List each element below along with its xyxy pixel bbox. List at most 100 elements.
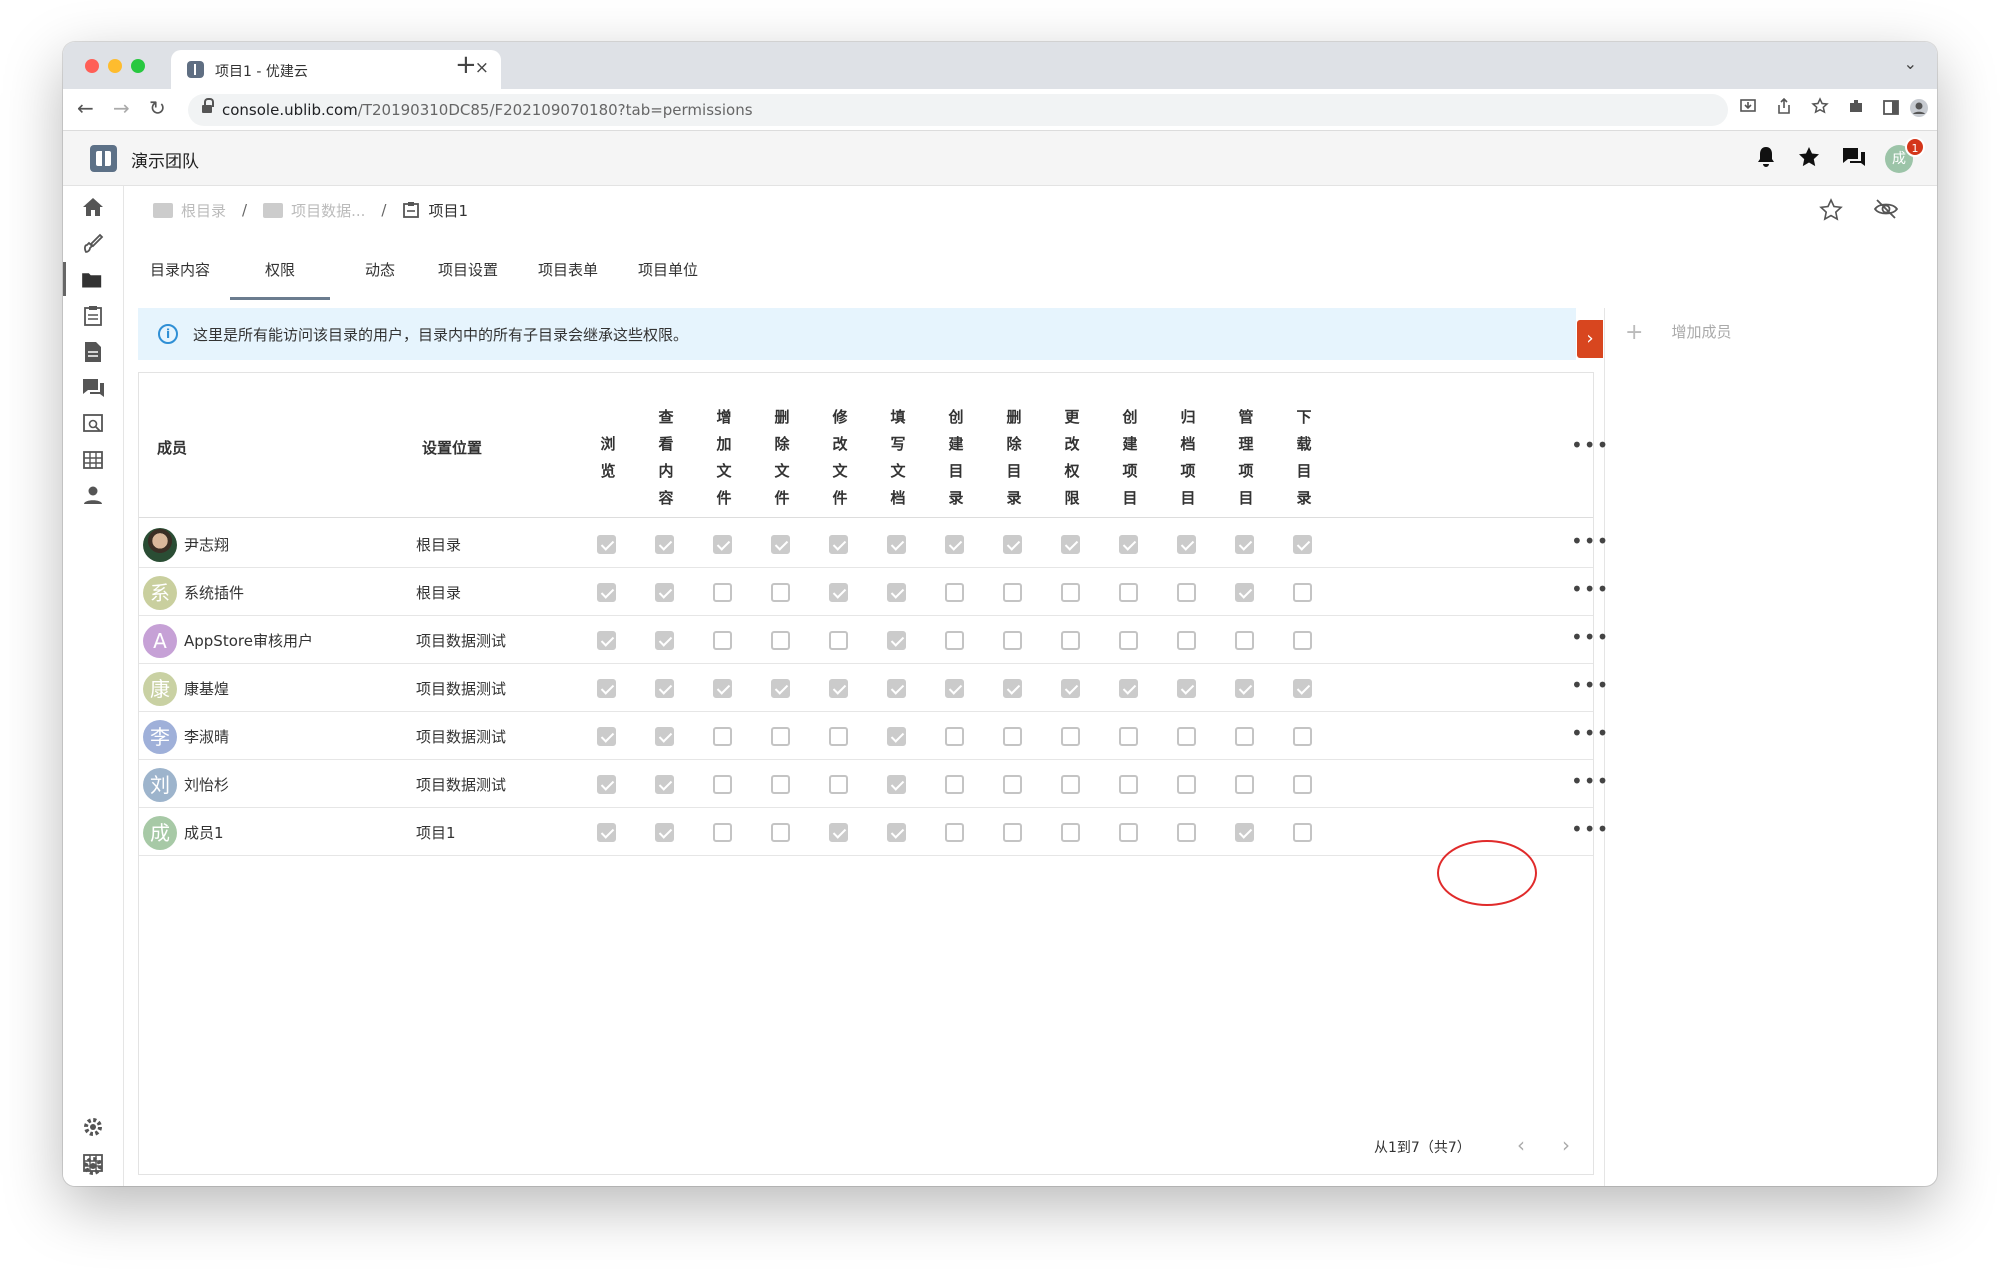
permission-checkbox[interactable] [1061, 535, 1080, 554]
permission-checkbox[interactable] [1177, 631, 1196, 650]
permission-checkbox[interactable] [1235, 823, 1254, 842]
permission-checkbox[interactable] [1293, 583, 1312, 602]
permission-checkbox[interactable] [655, 535, 674, 554]
permission-checkbox[interactable] [1293, 823, 1312, 842]
permission-checkbox[interactable] [887, 823, 906, 842]
permission-checkbox[interactable] [829, 727, 848, 746]
permission-checkbox[interactable] [1235, 727, 1254, 746]
permission-checkbox[interactable] [655, 583, 674, 602]
favorite-star-icon[interactable] [1819, 198, 1843, 222]
gear-icon[interactable] [63, 1109, 124, 1143]
permission-checkbox[interactable] [1235, 679, 1254, 698]
permission-checkbox[interactable] [713, 535, 732, 554]
gear-icon[interactable] [63, 1148, 124, 1182]
document-icon[interactable] [63, 334, 124, 368]
permission-checkbox[interactable] [597, 727, 616, 746]
permission-checkbox[interactable] [1119, 679, 1138, 698]
home-icon[interactable] [63, 190, 124, 224]
permission-checkbox[interactable] [1061, 631, 1080, 650]
forward-button[interactable]: → [113, 96, 130, 120]
new-tab-button[interactable]: + [455, 50, 477, 80]
permission-checkbox[interactable] [1293, 727, 1312, 746]
permission-checkbox[interactable] [771, 727, 790, 746]
next-page-button[interactable]: › [1562, 1133, 1570, 1157]
search-doc-icon[interactable] [63, 406, 124, 440]
permission-checkbox[interactable] [713, 823, 732, 842]
permission-checkbox[interactable] [1177, 679, 1196, 698]
permission-checkbox[interactable] [945, 775, 964, 794]
permission-checkbox[interactable] [1177, 727, 1196, 746]
permission-checkbox[interactable] [1235, 583, 1254, 602]
profile-avatar-icon[interactable] [1909, 98, 1929, 118]
app-logo-icon[interactable] [90, 145, 117, 172]
permission-checkbox[interactable] [1293, 679, 1312, 698]
zoom-window-button[interactable] [131, 59, 145, 73]
row-more-icon[interactable]: ••• [1571, 625, 1609, 649]
permission-checkbox[interactable] [1235, 775, 1254, 794]
chat-icon[interactable] [63, 370, 124, 404]
tab-activity[interactable]: 动态 [330, 252, 430, 300]
permission-checkbox[interactable] [945, 583, 964, 602]
bookmark-star-icon[interactable] [1811, 97, 1829, 115]
permission-checkbox[interactable] [655, 679, 674, 698]
permission-checkbox[interactable] [887, 679, 906, 698]
permission-checkbox[interactable] [1235, 631, 1254, 650]
breadcrumb-parent[interactable]: 项目数据... [291, 200, 365, 221]
tab-project-units[interactable]: 项目单位 [618, 252, 718, 300]
install-icon[interactable] [1739, 97, 1757, 115]
permission-checkbox[interactable] [1119, 823, 1138, 842]
messages-icon[interactable] [1841, 145, 1867, 169]
brush-icon[interactable] [63, 226, 124, 260]
tab-project-forms[interactable]: 项目表单 [518, 252, 618, 300]
browser-tab[interactable]: 项目1 - 优建云 × [171, 50, 501, 89]
permission-checkbox[interactable] [597, 823, 616, 842]
permission-checkbox[interactable] [1003, 583, 1022, 602]
permission-checkbox[interactable] [1119, 583, 1138, 602]
row-more-icon[interactable]: ••• [1571, 673, 1609, 697]
address-bar[interactable]: console.ublib.com/T20190310DC85/F2021090… [188, 94, 1728, 126]
permission-checkbox[interactable] [1061, 583, 1080, 602]
permission-checkbox[interactable] [1003, 823, 1022, 842]
permission-checkbox[interactable] [1003, 535, 1022, 554]
row-more-icon[interactable]: ••• [1571, 721, 1609, 745]
share-icon[interactable] [1775, 97, 1793, 115]
permission-checkbox[interactable] [829, 823, 848, 842]
permission-checkbox[interactable] [771, 535, 790, 554]
row-more-icon[interactable]: ••• [1571, 817, 1609, 841]
permission-checkbox[interactable] [713, 727, 732, 746]
permission-checkbox[interactable] [887, 583, 906, 602]
permission-checkbox[interactable] [1003, 727, 1022, 746]
permission-checkbox[interactable] [597, 631, 616, 650]
permission-checkbox[interactable] [1003, 775, 1022, 794]
permission-checkbox[interactable] [1293, 631, 1312, 650]
eye-off-icon[interactable] [1873, 198, 1899, 220]
permission-checkbox[interactable] [713, 775, 732, 794]
sidepanel-icon[interactable] [1883, 99, 1899, 117]
permission-checkbox[interactable] [887, 631, 906, 650]
permission-checkbox[interactable] [597, 535, 616, 554]
star-icon[interactable] [1797, 145, 1821, 169]
permission-checkbox[interactable] [1177, 535, 1196, 554]
permission-checkbox[interactable] [655, 823, 674, 842]
permission-checkbox[interactable] [829, 583, 848, 602]
permission-checkbox[interactable] [887, 727, 906, 746]
permission-checkbox[interactable] [655, 775, 674, 794]
permission-checkbox[interactable] [945, 823, 964, 842]
permission-checkbox[interactable] [597, 583, 616, 602]
permission-checkbox[interactable] [887, 535, 906, 554]
permission-checkbox[interactable] [1177, 775, 1196, 794]
permission-checkbox[interactable] [945, 535, 964, 554]
permission-checkbox[interactable] [829, 679, 848, 698]
permission-checkbox[interactable] [771, 631, 790, 650]
permission-checkbox[interactable] [887, 775, 906, 794]
permission-checkbox[interactable] [1235, 535, 1254, 554]
folder-icon[interactable] [63, 262, 124, 296]
tab-close-icon[interactable]: × [475, 58, 489, 78]
prev-page-button[interactable]: ‹ [1517, 1133, 1525, 1157]
reload-button[interactable]: ↻ [149, 96, 166, 120]
building-icon[interactable] [63, 442, 124, 476]
permission-checkbox[interactable] [771, 775, 790, 794]
close-window-button[interactable] [85, 59, 99, 73]
permission-checkbox[interactable] [1177, 583, 1196, 602]
permission-checkbox[interactable] [945, 679, 964, 698]
